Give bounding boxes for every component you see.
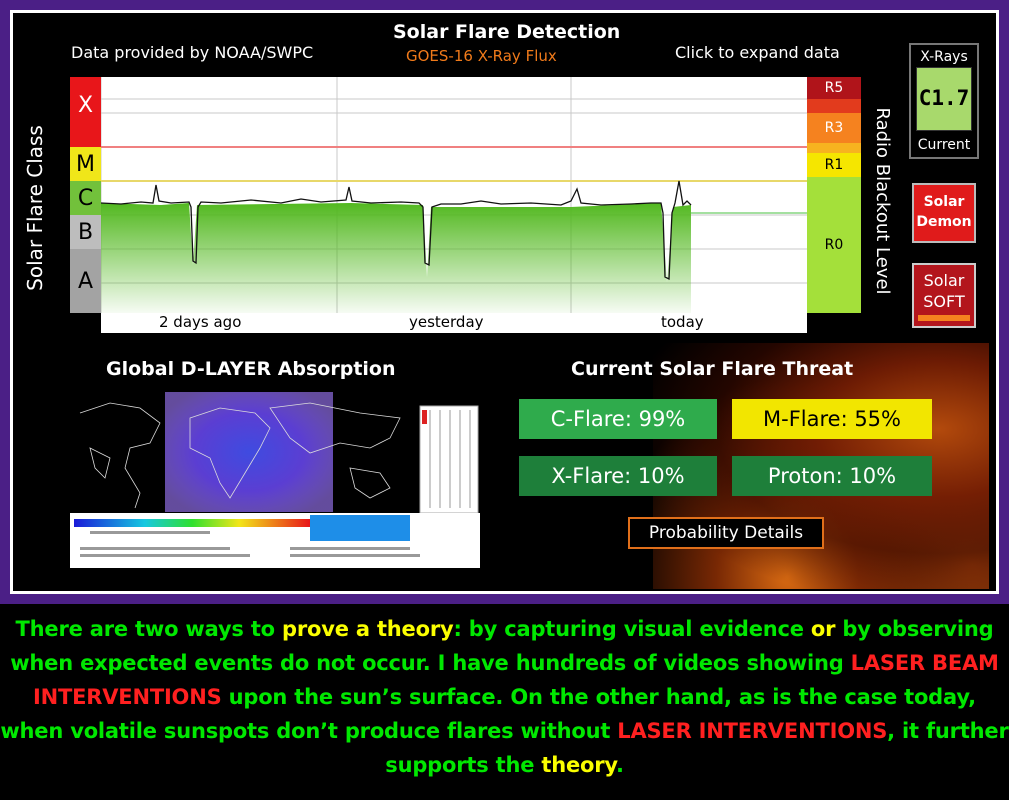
dlayer-title: Global D-LAYER Absorption [106, 358, 396, 380]
x-flare-probability: X-Flare: 10% [519, 456, 717, 496]
radio-blackout-axis-label: Radio Blackout Level [872, 107, 893, 295]
xray-value: C1.7 [918, 86, 970, 110]
caption-part-4: or [810, 617, 836, 641]
m-flare-probability: M-Flare: 55% [732, 399, 932, 439]
absorption-scale [419, 405, 479, 514]
xray-status: Current [917, 137, 971, 153]
xray-value-box: C1.7 [916, 67, 972, 131]
xray-current-widget[interactable]: X-Rays C1.7 Current [909, 43, 979, 159]
xray-flux-plot[interactable] [101, 77, 807, 313]
solar-soft-button[interactable]: Solar SOFT [912, 263, 976, 328]
dlayer-legend [70, 513, 480, 568]
probability-details-button[interactable]: Probability Details [628, 517, 824, 549]
flare-class-m: M [70, 147, 101, 181]
xray-label: X-Rays [920, 49, 968, 65]
caption-part-2: prove a theory [282, 617, 454, 641]
flare-class-x-band [70, 134, 101, 147]
flare-class-c: C [70, 181, 101, 215]
x-tick-2-days-ago: 2 days ago [159, 313, 242, 331]
proton-probability: Proton: 10% [732, 456, 932, 496]
data-credit: Data provided by NOAA/SWPC [71, 43, 314, 62]
outer-frame: Solar Flare Detection Data provided by N… [0, 0, 1009, 604]
blackout-r5: R5 [807, 77, 861, 99]
blackout-r2-band [807, 143, 861, 153]
flare-class-a: A [70, 249, 101, 313]
flare-class-b: B [70, 215, 101, 249]
blackout-r0: R0 [807, 177, 861, 313]
flux-fill [101, 203, 691, 313]
solar-demon-button[interactable]: Solar Demon [912, 183, 976, 243]
blackout-r1: R1 [807, 153, 861, 177]
caption-part-1: There are two ways to [15, 617, 283, 641]
flare-class-x: X [70, 77, 101, 134]
x-tick-yesterday: yesterday [409, 313, 484, 331]
absorption-region [165, 392, 333, 512]
blackout-r3: R3 [807, 113, 861, 143]
x-tick-today: today [661, 313, 704, 331]
dlayer-legend-svg [70, 513, 480, 568]
caption-part-11: . [615, 753, 624, 777]
solar-soft-label-2: SOFT [923, 292, 965, 311]
caption-part-10: theory [541, 753, 616, 777]
expand-data-link[interactable]: Click to expand data [675, 43, 840, 62]
caption-text: There are two ways to prove a theory: by… [0, 612, 1009, 782]
time-axis: 2 days ago yesterday today [101, 313, 807, 333]
solar-flare-widget: Solar Flare Detection Data provided by N… [10, 10, 999, 594]
caption-part-8: LASER INTERVENTIONS [617, 719, 888, 743]
c-flare-probability: C-Flare: 99% [519, 399, 717, 439]
solar-soft-label-1: Solar [923, 271, 965, 290]
threat-title: Current Solar Flare Threat [571, 358, 854, 380]
data-source: GOES-16 X-Ray Flux [406, 47, 557, 65]
xray-flux-svg [101, 77, 807, 313]
blackout-r4-band [807, 99, 861, 113]
widget-title: Solar Flare Detection [393, 21, 621, 43]
flare-class-axis-label: Solar Flare Class [23, 125, 47, 291]
solar-soft-bar [918, 315, 970, 321]
caption-part-3: : by capturing visual evidence [453, 617, 811, 641]
